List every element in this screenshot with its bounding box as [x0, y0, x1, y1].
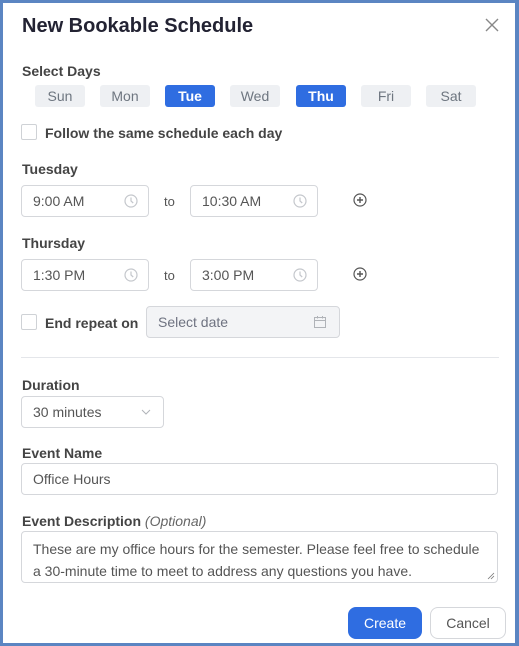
day-sat-button[interactable]: Sat [426, 85, 476, 107]
tuesday-start-time-value: 9:00 AM [33, 193, 85, 209]
day-tue-button[interactable]: Tue [165, 85, 215, 107]
dialog-title: New Bookable Schedule [22, 15, 254, 37]
tuesday-end-time-input[interactable]: 10:30 AM [190, 185, 318, 217]
event-description-label: Event Description (Optional) [22, 513, 206, 529]
thursday-end-time-value: 3:00 PM [202, 267, 255, 283]
clock-icon [293, 194, 307, 208]
day-thu-button[interactable]: Thu [296, 85, 346, 107]
section-divider [21, 357, 499, 358]
end-repeat-checkbox[interactable] [21, 314, 37, 330]
chevron-down-icon [141, 409, 151, 415]
tuesday-start-time-input[interactable]: 9:00 AM [21, 185, 149, 217]
day-sun-button[interactable]: Sun [35, 85, 85, 107]
duration-value: 30 minutes [33, 404, 102, 420]
to-separator: to [164, 194, 175, 209]
event-description-label-text: Event Description [22, 513, 142, 529]
day-mon-button[interactable]: Mon [100, 85, 150, 107]
clock-icon [293, 268, 307, 282]
thursday-label: Thursday [22, 235, 86, 251]
calendar-icon [314, 316, 326, 328]
event-name-value: Office Hours [33, 471, 111, 487]
add-time-slot-thursday-icon[interactable] [353, 267, 367, 281]
close-button[interactable] [484, 17, 500, 33]
resize-handle-icon[interactable] [487, 572, 495, 580]
date-placeholder: Select date [158, 314, 229, 330]
tuesday-end-time-value: 10:30 AM [202, 193, 262, 209]
duration-label: Duration [22, 377, 80, 393]
add-time-slot-tuesday-icon[interactable] [353, 193, 367, 207]
clock-icon [124, 194, 138, 208]
thursday-start-time-value: 1:30 PM [33, 267, 86, 283]
new-bookable-schedule-dialog: New Bookable Schedule Select Days Sun Mo… [3, 3, 515, 643]
day-wed-button[interactable]: Wed [230, 85, 280, 107]
end-repeat-label: End repeat on [45, 315, 139, 331]
clock-icon [124, 268, 138, 282]
thursday-end-time-input[interactable]: 3:00 PM [190, 259, 318, 291]
cancel-button[interactable]: Cancel [430, 607, 506, 639]
event-name-label: Event Name [22, 445, 103, 461]
same-schedule-label: Follow the same schedule each day [45, 125, 283, 141]
duration-select[interactable]: 30 minutes [21, 396, 164, 428]
tuesday-label: Tuesday [22, 161, 78, 177]
end-repeat-date-picker[interactable]: Select date [146, 306, 340, 338]
day-fri-button[interactable]: Fri [361, 85, 411, 107]
thursday-start-time-input[interactable]: 1:30 PM [21, 259, 149, 291]
optional-hint: (Optional) [144, 513, 207, 529]
event-name-input[interactable]: Office Hours [21, 463, 498, 495]
to-separator: to [164, 268, 175, 283]
event-description-value: These are my office hours for the semest… [33, 541, 480, 579]
close-icon [485, 18, 499, 32]
create-button[interactable]: Create [348, 607, 422, 639]
same-schedule-checkbox[interactable] [21, 124, 37, 140]
event-description-textarea[interactable]: These are my office hours for the semest… [21, 531, 498, 583]
select-days-label: Select Days [22, 63, 101, 79]
